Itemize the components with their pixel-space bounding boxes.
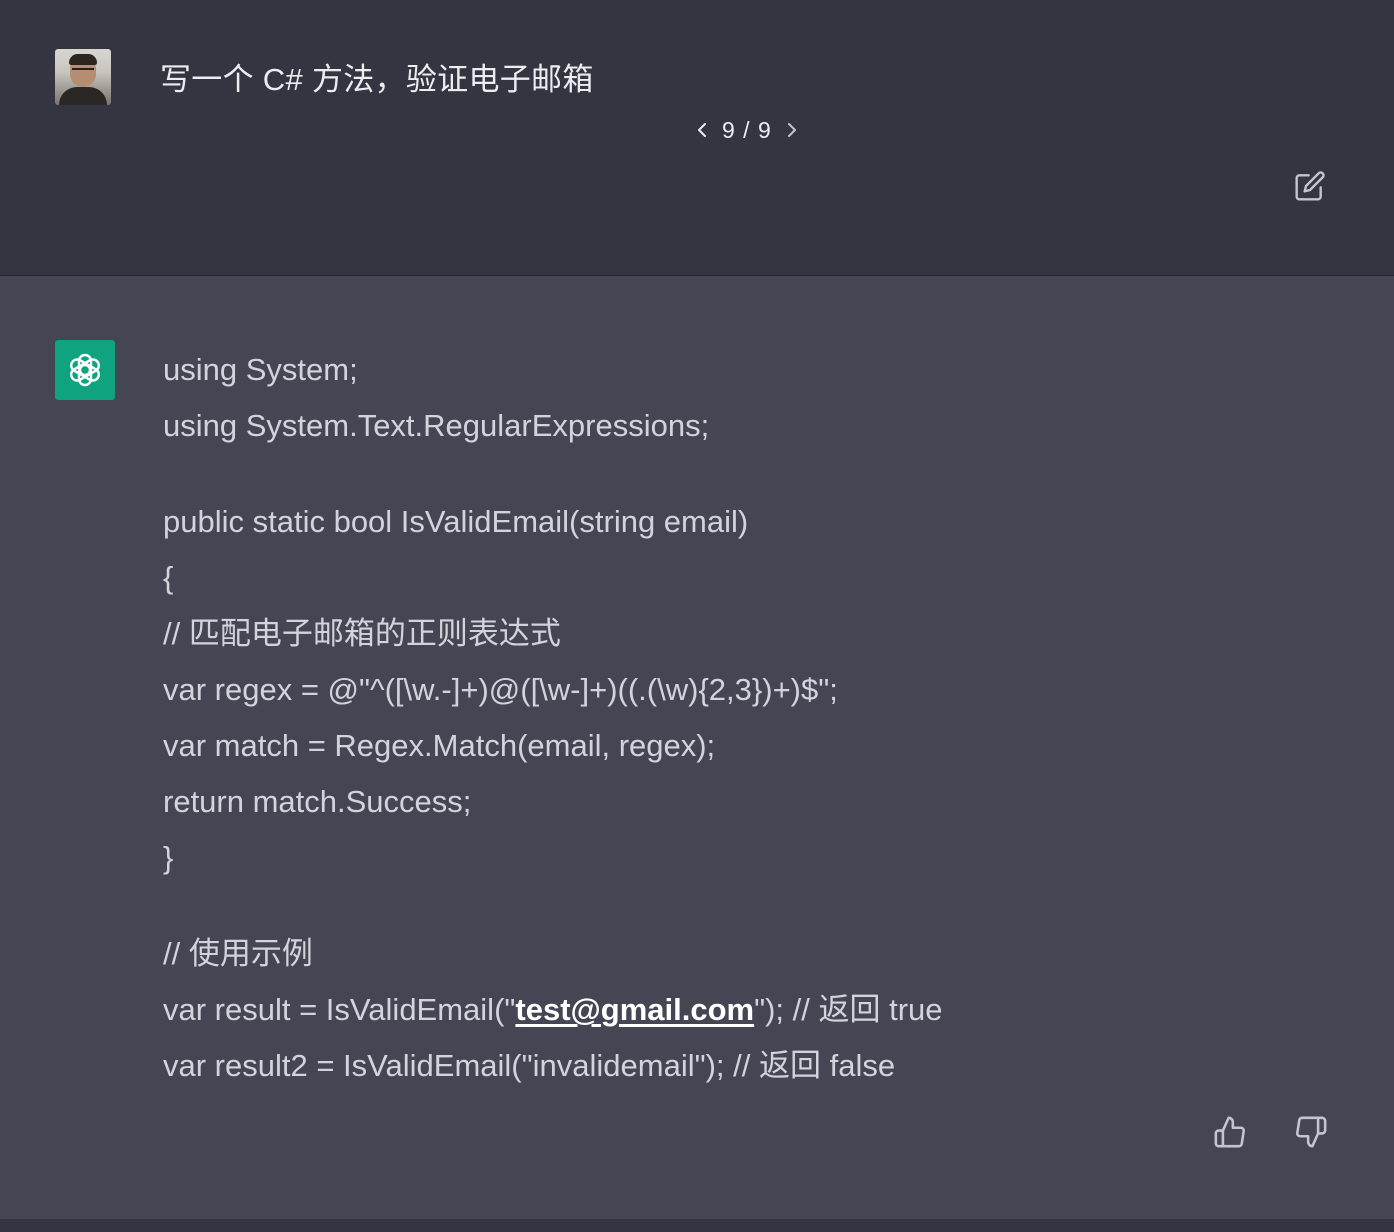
pager-count: 9 / 9: [722, 116, 772, 143]
thumbs-down-icon: [1296, 1116, 1327, 1148]
avatar-hair: [69, 54, 97, 65]
code-comment-line: // 使用示例: [163, 936, 313, 971]
code-line: var result2 = IsValidEmail("invalidemail…: [163, 1048, 896, 1083]
code-text: "); // 返回 true: [754, 992, 943, 1027]
code-line: var result = IsValidEmail("test@gmail.co…: [163, 982, 1263, 1038]
email-link[interactable]: test@gmail.com: [515, 992, 754, 1027]
code-line: }: [163, 840, 174, 875]
user-message-block: 写一个 C# 方法，验证电子邮箱 9 / 9: [0, 0, 1394, 276]
thumbs-up-icon: [1214, 1116, 1245, 1148]
avatar-glasses: [72, 68, 94, 75]
avatar-body: [59, 87, 107, 105]
code-line: var match = Regex.Match(email, regex);: [163, 728, 716, 763]
openai-logo-icon: [55, 340, 115, 400]
code-line: return match.Success;: [163, 784, 472, 819]
code-line: {: [163, 560, 174, 595]
edit-square-icon: [1295, 171, 1325, 201]
thumbs-up-button[interactable]: [1210, 1112, 1250, 1152]
chat-page: 写一个 C# 方法，验证电子邮箱 9 / 9 using System; usi…: [0, 0, 1394, 1232]
thumbs-down-button[interactable]: [1291, 1112, 1331, 1152]
user-message-text: 写一个 C# 方法，验证电子邮箱: [160, 62, 594, 97]
code-line: using System;: [163, 352, 358, 387]
code-line: using System.Text.RegularExpressions;: [163, 408, 710, 443]
assistant-answer: using System; using System.Text.RegularE…: [163, 342, 1263, 1094]
edit-message-button[interactable]: [1292, 168, 1328, 204]
user-avatar: [55, 49, 111, 105]
code-line: var regex = @"^([\w.-]+)@([\w-]+)((.(\w)…: [163, 672, 838, 707]
chevron-right-icon[interactable]: [780, 112, 804, 148]
bottom-divider: [0, 1219, 1394, 1232]
code-line: public static bool IsValidEmail(string e…: [163, 504, 749, 539]
response-pager: 9 / 9: [690, 112, 804, 148]
chevron-left-icon[interactable]: [690, 112, 714, 148]
code-comment-line: // 匹配电子邮箱的正则表达式: [163, 616, 561, 651]
assistant-message-block: using System; using System.Text.RegularE…: [0, 276, 1394, 1219]
code-text: var result = IsValidEmail(": [163, 992, 516, 1027]
